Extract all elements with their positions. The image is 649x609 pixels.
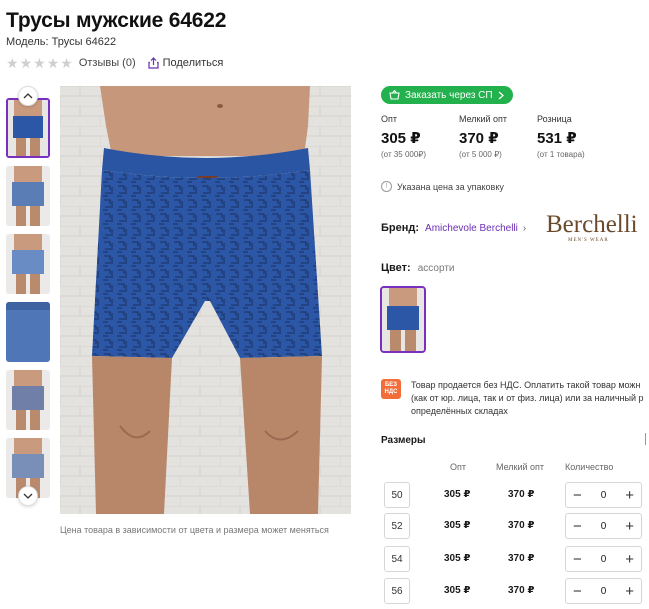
quantity-value[interactable]: 0 [601,490,607,501]
size-price-opt: 305 ₽ [444,520,471,531]
size-row: 50 305 ₽ 370 ₽ − 0 + [384,482,649,508]
star-icon: ★ [46,55,60,71]
price-tier-retail: Розница 531 ₽ (от 1 товара) [537,114,615,159]
thumbnail-2[interactable] [6,166,50,226]
quantity-stepper: − 0 + [565,482,642,508]
size-price-opt: 305 ₽ [444,553,471,564]
price-value: 305 ₽ [381,130,421,147]
thumbnail-1[interactable] [6,98,50,158]
main-product-image[interactable] [60,86,351,514]
price-tiers: Опт 305 ₽ (от 35 000₽) Мелкий опт 370 ₽ … [381,114,615,159]
color-swatch-assorted[interactable] [380,286,426,353]
price-tier-opt: Опт 305 ₽ (от 35 000₽) [381,114,459,159]
size-label: 52 [384,513,410,539]
price-value: 370 ₽ [459,130,499,147]
size-price-small-opt: 370 ₽ [508,585,535,596]
chevron-up-icon [23,93,33,99]
column-header-small-opt: Мелкий опт [496,462,545,472]
star-icon: ★ [60,55,73,71]
info-icon: ! [381,181,392,192]
brand-label: Бренд: [381,222,420,234]
plus-icon[interactable]: + [625,552,634,567]
size-price-small-opt: 370 ₽ [508,553,535,564]
size-label: 54 [384,546,410,572]
star-icon: ★ [6,55,19,71]
size-label: 50 [384,482,410,508]
sizes-title: Размеры [381,435,426,446]
star-icon: ★ [19,55,33,71]
share-button[interactable]: Поделиться [148,57,224,69]
quantity-value[interactable]: 0 [601,554,607,565]
minus-icon[interactable]: − [573,488,582,503]
minus-icon[interactable]: − [573,584,582,599]
size-label: 56 [384,578,410,604]
chevron-right-icon [498,91,504,99]
no-vat-icon: БЕЗ НДС [381,379,401,399]
reviews-link[interactable]: Отзывы (0) [79,57,136,69]
size-price-small-opt: 370 ₽ [508,489,535,500]
column-header-opt: Опт [450,462,466,472]
price-tier-small-opt: Мелкий опт 370 ₽ (от 5 000 ₽) [459,114,537,159]
thumbnails-up-button[interactable] [18,86,38,106]
sizes-table-toggle[interactable] [645,433,649,445]
size-row: 54 305 ₽ 370 ₽ − 0 + [384,546,649,572]
minus-icon[interactable]: − [573,519,582,534]
thumbnail-5[interactable] [6,370,50,430]
size-price-opt: 305 ₽ [444,585,471,596]
price-label: Опт [381,114,397,124]
size-row: 52 305 ₽ 370 ₽ − 0 + [384,513,649,539]
thumbnail-4[interactable] [6,302,50,362]
rating-stars[interactable]: ★ ★ ★ ★ ★ [6,56,73,70]
gallery-caption: Цена товара в зависимости от цвета и раз… [60,525,329,535]
plus-icon[interactable]: + [625,519,634,534]
price-notice-text: Указана цена за упаковку [397,181,504,192]
quantity-stepper: − 0 + [565,546,642,572]
price-note: (от 5 000 ₽) [459,150,502,159]
chevron-right-icon: › [522,222,527,234]
color-value: ассорти [417,263,455,274]
price-note: (от 35 000₽) [381,150,427,159]
quantity-stepper: − 0 + [565,513,642,539]
product-title: Трусы мужские 64622 [6,9,227,32]
quantity-stepper: − 0 + [565,578,642,604]
price-notice: ! Указана цена за упаковку [381,181,504,192]
color-label: Цвет: [381,262,411,274]
order-via-sp-button[interactable]: Заказать через СП [381,86,513,104]
star-icon: ★ [33,55,46,71]
minus-icon[interactable]: − [573,552,582,567]
quantity-value[interactable]: 0 [601,521,607,532]
plus-icon[interactable]: + [625,488,634,503]
share-icon [148,57,159,69]
thumbnail-list [6,86,50,510]
size-row: 56 305 ₽ 370 ₽ − 0 + [384,578,649,604]
color-row: Цвет: ассорти [381,262,455,274]
thumbnails-down-button[interactable] [18,486,38,506]
order-button-label: Заказать через СП [405,89,493,101]
product-model: Модель: Трусы 64622 [6,36,117,48]
price-label: Мелкий опт [459,114,508,124]
basket-icon [389,90,400,100]
price-value: 531 ₽ [537,130,577,147]
price-note: (от 1 товара) [537,150,585,159]
brand-logo[interactable]: Berchelli MEN'S WEAR [544,212,649,248]
rating-row: ★ ★ ★ ★ ★ Отзывы (0) Поделиться [6,56,223,70]
quantity-value[interactable]: 0 [601,586,607,597]
plus-icon[interactable]: + [625,584,634,599]
share-label: Поделиться [162,57,224,69]
size-price-small-opt: 370 ₽ [508,520,535,531]
price-label: Розница [537,114,572,124]
chevron-down-icon [23,493,33,499]
brand-link[interactable]: Amichevole Berchelli [425,223,518,234]
thumbnail-3[interactable] [6,234,50,294]
brand-row: Бренд: Amichevole Berchelli › [381,222,526,234]
column-header-quantity: Количество [565,462,614,472]
vat-notice: Товар продается без НДС. Оплатить такой … [411,380,644,416]
size-price-opt: 305 ₽ [444,489,471,500]
